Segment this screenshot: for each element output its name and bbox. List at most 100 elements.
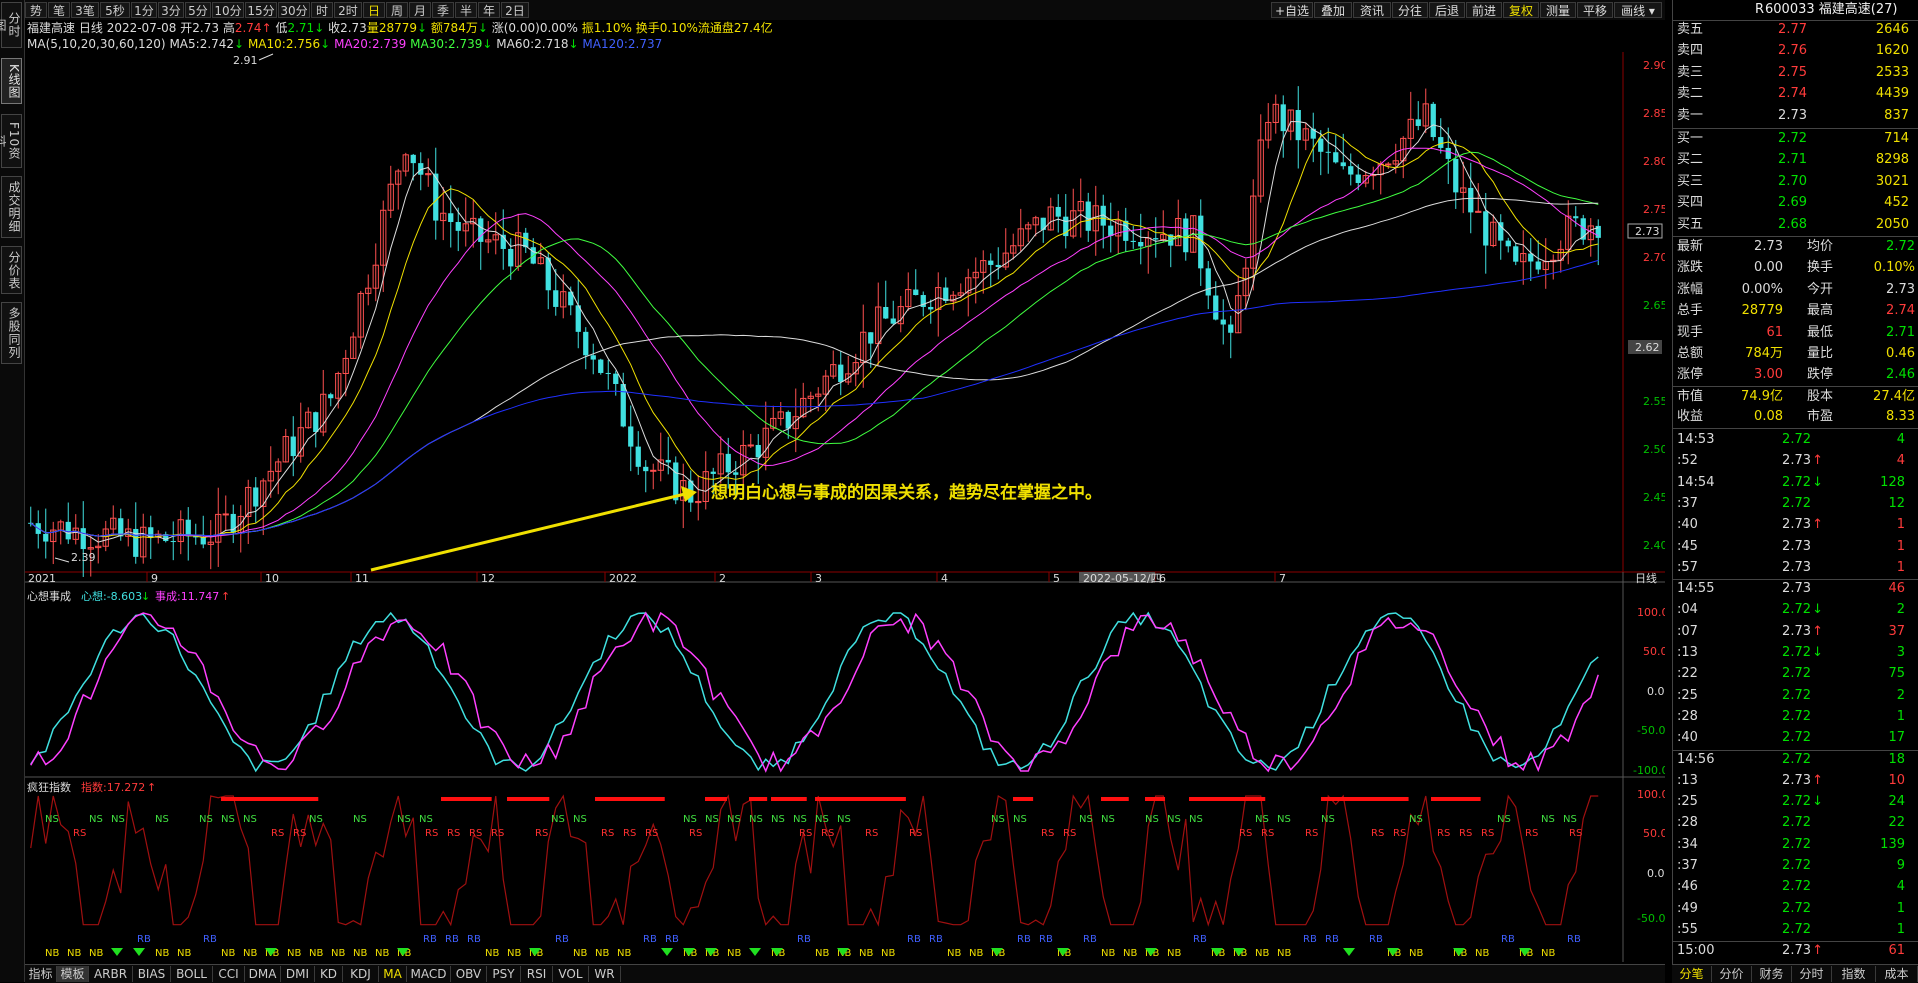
candle-body [665,459,671,463]
tab-intraday-small[interactable]: 分时 [1792,966,1832,982]
ns-marker: NS [309,814,323,825]
tab-tick-detail[interactable]: 分笔 [1672,966,1712,982]
tab-intraday[interactable]: 分时图 [0,2,22,48]
period-button-10min[interactable]: 10分 [212,2,244,18]
crazy-top-bar [1431,797,1481,801]
tab-obv[interactable]: OBV [451,966,487,982]
tick-arrow: ↑ [1812,772,1823,788]
period-button-30min[interactable]: 30分 [278,2,310,18]
period-button-5sec[interactable]: 5秒 [100,2,130,18]
draw-line-button[interactable]: 画线 ▾ [1614,2,1662,18]
tab-ma[interactable]: MA [379,966,407,982]
tab-price-table[interactable]: 分价表 [1,246,22,294]
overlay-button[interactable]: 叠加 [1314,2,1352,18]
tick-row: :25 2.72 2 [1673,687,1918,705]
tick-price: 2.72 [1782,794,1811,810]
ask-price: 2.77 [1778,22,1807,37]
arrow-up-icon: ↑ [147,781,156,794]
tab-arbr[interactable]: ARBR [89,966,133,982]
period-button-2hour[interactable]: 2时 [334,2,362,18]
tab-dmi[interactable]: DMI [281,966,315,982]
tab-trade-detail[interactable]: 成交明细 [1,176,22,238]
adjust-button[interactable]: 复权 [1503,2,1539,18]
measure-button[interactable]: 测量 [1540,2,1576,18]
period-button-2day[interactable]: 2日 [501,2,529,18]
quote-header: R 600033 福建高速(27) [1673,1,1918,19]
indicator-tabs: 指标 模板 ARBR BIAS BOLL CCI DMA DMI KD KDJ … [25,964,1665,983]
tab-macd[interactable]: MACD [407,966,451,982]
period-button-3min[interactable]: 3分 [158,2,184,18]
indicator1-axis: 100.00 50.00 0.00 -50.00 -100.00 [1633,606,1665,777]
period-button-stroke[interactable]: 笔 [48,2,70,18]
rs-marker: RS [73,828,86,839]
tab-f10[interactable]: F10资料 [0,114,22,168]
tab-rsi[interactable]: RSI [521,966,553,982]
candle-body [290,436,296,457]
forward-button[interactable]: 前进 [1466,2,1502,18]
ns-marker: NS [1497,814,1511,825]
tab-kdj[interactable]: KDJ [343,966,379,982]
tab-wr[interactable]: WR [589,966,621,982]
tab-boll[interactable]: BOLL [171,966,213,982]
ns-marker: NS [1013,814,1027,825]
kline-chart-area[interactable]: NS NB RS NB NS NB NS RB NS NB NB NS RB NS NB NS NB RS NB RS… [25,52,1665,962]
period-button-3stroke[interactable]: 3笔 [71,2,99,18]
candle-body [755,444,761,458]
period-button-day[interactable]: 日 [363,2,385,18]
period-button-5min[interactable]: 5分 [185,2,211,18]
tab-multi-stock[interactable]: 多股同列 [1,302,22,364]
crazy-index-value: 指数:17.272 [81,780,145,794]
period-button-week[interactable]: 周 [386,2,408,18]
candle-body [1498,222,1504,241]
period-button-half[interactable]: 半 [455,2,477,18]
tab-index[interactable]: 指数 [1832,966,1876,982]
period-button-trend[interactable]: 势 [25,2,47,18]
period-button-hour[interactable]: 时 [311,2,333,18]
period-button-month[interactable]: 月 [409,2,431,18]
news-button[interactable]: 资讯 [1353,2,1391,18]
ns-marker: NS [397,814,411,825]
tab-cci[interactable]: CCI [213,966,245,982]
ind2-tick: 0.00 [1647,867,1665,880]
period-button-15min[interactable]: 15分 [245,2,277,18]
stat-value: 2.71 [1886,324,1915,340]
tab-dma[interactable]: DMA [245,966,281,982]
rb-marker: RB [555,934,569,945]
bid-price: 2.71 [1778,152,1807,168]
tick-volume: 1 [1896,517,1905,533]
period-button-1min[interactable]: 1分 [131,2,157,18]
back-button[interactable]: 后退 [1429,2,1465,18]
pan-button[interactable]: 平移 [1577,2,1613,18]
tick-price: 2.73 [1782,581,1811,597]
tab-indicator[interactable]: 指标 [25,966,57,982]
tab-finance[interactable]: 财务 [1752,966,1792,982]
tab-bias[interactable]: BIAS [133,966,171,982]
tab-vol[interactable]: VOL [553,966,589,982]
stat-value: 28779 [1741,303,1783,319]
period-button-quarter[interactable]: 季 [432,2,454,18]
candle-body [995,264,1001,267]
tab-kline[interactable]: K线图 [1,58,22,104]
tick-volume: 2 [1896,687,1905,703]
tab-psy[interactable]: PSY [487,966,521,982]
tab-template[interactable]: 模板 [57,966,89,982]
ask-label: 卖一 [1677,107,1704,123]
bid-row: 买四 2.69 452 [1673,194,1918,212]
fenwang-button[interactable]: 分往 [1392,2,1428,18]
ns-marker: NS [837,814,851,825]
tick-time: :13 [1677,772,1698,788]
rs-marker: RS [1063,828,1076,839]
candle-body [1213,295,1219,320]
candle-body [80,528,86,550]
tab-price-dist[interactable]: 分价 [1712,966,1752,982]
period-button-year[interactable]: 年 [478,2,500,18]
rs-marker: RS [1437,828,1450,839]
stat-value: 3.00 [1754,367,1783,383]
tick-time: :37 [1677,495,1698,511]
trough-pointer [54,557,70,563]
crazy-top-bar [617,797,665,801]
tab-cost[interactable]: 成本 [1876,966,1918,982]
tab-kd[interactable]: KD [315,966,343,982]
add-watchlist-button[interactable]: +自选 [1271,2,1313,18]
tick-volume: 75 [1888,666,1905,682]
